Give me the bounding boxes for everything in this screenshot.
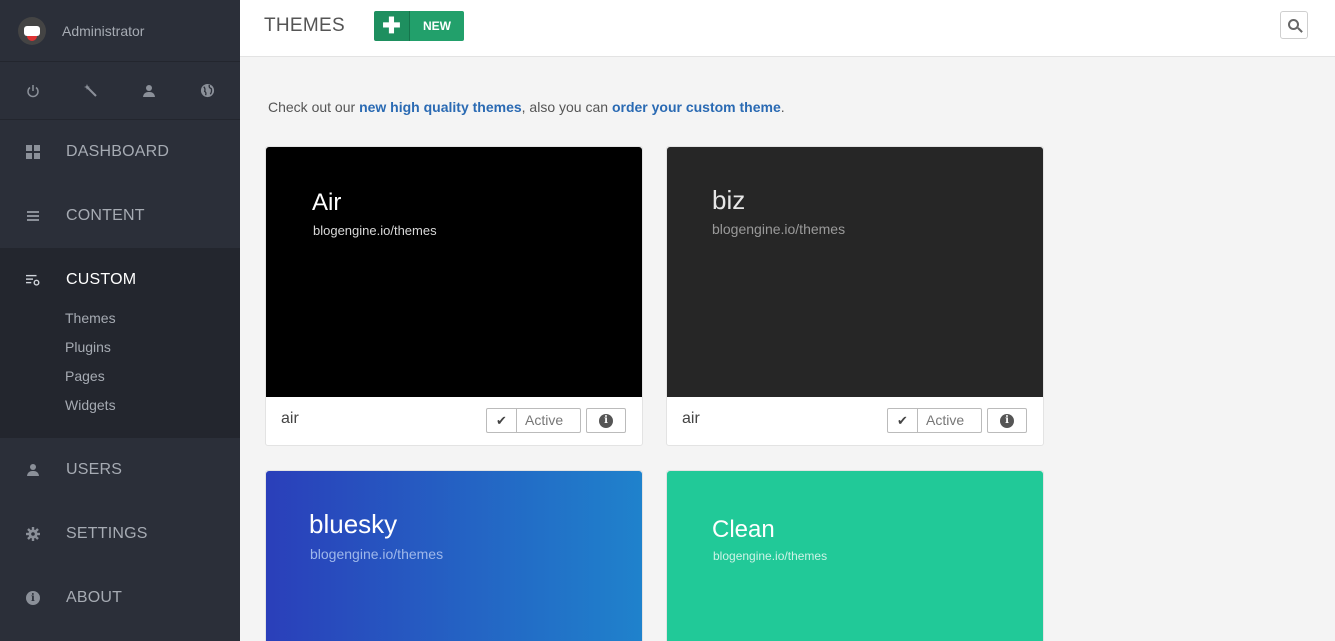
plus-icon: ✚ — [374, 11, 410, 41]
check-icon: ✔ — [888, 409, 918, 432]
preview-title: Clean — [712, 516, 775, 543]
info-icon: i — [599, 413, 613, 428]
nav-content[interactable]: CONTENT — [0, 184, 240, 248]
activate-button[interactable]: ✔ Active — [486, 408, 581, 433]
intro-prefix: Check out our — [268, 99, 360, 115]
preview-title: bluesky — [309, 509, 398, 539]
intro-suffix: . — [780, 99, 785, 115]
preview-title: biz — [712, 185, 746, 215]
nav-about-label: ABOUT — [66, 589, 123, 606]
theme-preview[interactable]: bluesky blogengine.io/themes — [266, 471, 642, 641]
power-icon[interactable] — [4, 62, 62, 119]
nav-custom-group: CUSTOM Themes Plugins Pages Widgets — [0, 248, 240, 438]
top-bar: THEMES ✚ NEW — [240, 0, 1335, 57]
nav-settings[interactable]: SETTINGS — [0, 502, 240, 566]
nav-about[interactable]: i ABOUT — [0, 566, 240, 630]
activate-button[interactable]: ✔ Active — [887, 408, 982, 433]
quick-actions — [0, 62, 240, 120]
globe-icon[interactable] — [178, 62, 236, 119]
sidebar: Administrator DASHBOARD CONTENT CUSTOM T… — [0, 0, 240, 641]
theme-name: air — [281, 410, 299, 427]
nav-content-label: CONTENT — [66, 207, 145, 224]
preview-url: blogengine.io/themes — [713, 549, 828, 563]
user-name: Administrator — [62, 22, 145, 39]
user-profile[interactable]: Administrator — [0, 0, 240, 62]
theme-name: air — [682, 410, 700, 427]
preview-title: Air — [312, 189, 342, 216]
user-icon[interactable] — [120, 62, 178, 119]
active-label: Active — [525, 412, 564, 428]
custom-settings-icon — [26, 273, 40, 287]
subnav-widgets[interactable]: Widgets — [0, 391, 240, 420]
theme-card: bluesky blogengine.io/themes — [265, 470, 643, 641]
theme-card-footer: air ✔ Active i — [667, 397, 1043, 445]
theme-card: Air blogengine.io/themes air ✔ Active i — [265, 146, 643, 446]
theme-card-footer: air ✔ Active i — [266, 397, 642, 445]
search-button[interactable] — [1280, 11, 1308, 39]
intro-middle: , also you can — [521, 99, 612, 115]
theme-card: Clean blogengine.io/themes — [666, 470, 1044, 641]
info-icon: i — [1000, 413, 1014, 428]
custom-submenu: Themes Plugins Pages Widgets — [0, 304, 240, 438]
subnav-plugins[interactable]: Plugins — [0, 333, 240, 362]
theme-card: biz blogengine.io/themes air ✔ Active i — [666, 146, 1044, 446]
nav-dashboard-label: DASHBOARD — [66, 143, 170, 160]
preview-url: blogengine.io/themes — [712, 221, 846, 237]
subnav-pages[interactable]: Pages — [0, 362, 240, 391]
high-quality-themes-link[interactable]: new high quality themes — [359, 99, 522, 115]
check-icon: ✔ — [487, 409, 517, 432]
nav-custom[interactable]: CUSTOM — [0, 248, 240, 312]
nav-settings-label: SETTINGS — [66, 525, 148, 542]
custom-theme-link[interactable]: order your custom theme — [612, 99, 781, 115]
info-icon: i — [26, 591, 40, 605]
avatar — [18, 16, 46, 45]
active-label: Active — [926, 412, 965, 428]
page-title: THEMES — [264, 15, 345, 36]
preview-url: blogengine.io/themes — [310, 546, 444, 562]
list-icon — [26, 209, 40, 223]
theme-preview[interactable]: Air blogengine.io/themes — [266, 147, 642, 397]
theme-info-button[interactable]: i — [586, 408, 626, 433]
theme-preview[interactable]: Clean blogengine.io/themes — [667, 471, 1043, 641]
subnav-themes[interactable]: Themes — [0, 304, 240, 333]
nav-custom-label: CUSTOM — [66, 271, 137, 288]
magic-wand-icon[interactable] — [62, 62, 120, 119]
nav-dashboard[interactable]: DASHBOARD — [0, 120, 240, 184]
theme-info-button[interactable]: i — [987, 408, 1027, 433]
gear-icon — [26, 527, 40, 541]
intro-text: Check out our new high quality themes, a… — [268, 99, 785, 115]
preview-url: blogengine.io/themes — [313, 223, 437, 238]
user-icon — [26, 463, 40, 477]
nav-users-label: USERS — [66, 461, 123, 478]
dashboard-icon — [26, 145, 40, 159]
new-button-label: NEW — [410, 11, 464, 41]
new-theme-button[interactable]: ✚ NEW — [374, 11, 464, 41]
theme-preview[interactable]: biz blogengine.io/themes — [667, 147, 1043, 397]
nav-users[interactable]: USERS — [0, 438, 240, 502]
search-icon — [1287, 18, 1299, 30]
